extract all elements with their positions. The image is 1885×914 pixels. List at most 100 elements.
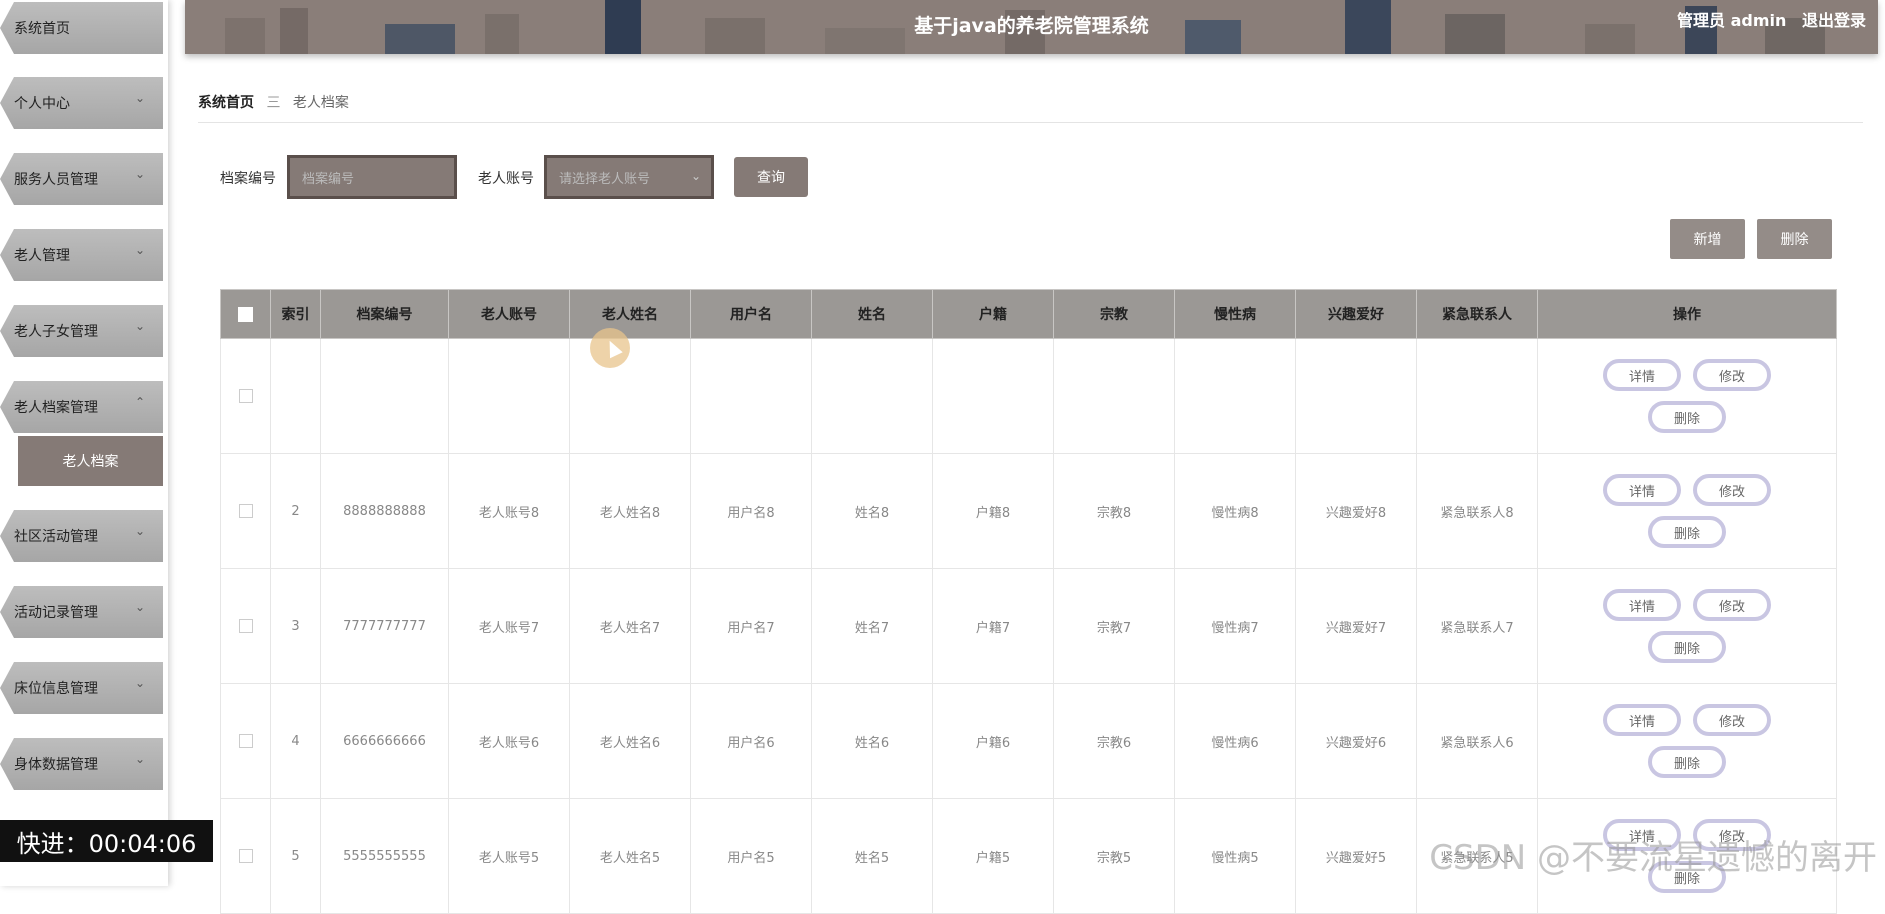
sidebar-item-label: 系统首页: [14, 21, 70, 37]
elder-account-placeholder: 请选择老人账号: [559, 171, 651, 187]
sidebar-item-archives[interactable]: 老人档案管理 ⌃: [0, 381, 163, 433]
sidebar-item-label: 老人管理: [14, 248, 70, 264]
table-cell: 用户名5: [690, 798, 812, 914]
row-checkbox[interactable]: [238, 389, 253, 403]
table-row: 4 6666666666 老人账号6 老人姓名6 用户名6 姓名6 户籍6 宗教…: [220, 683, 1837, 799]
table-cell: 老人账号7: [448, 568, 570, 684]
column-header: 用户名: [690, 289, 812, 339]
table-cell: 户籍7: [932, 568, 1054, 684]
sidebar-item-children[interactable]: 老人子女管理 ⌄: [0, 305, 163, 357]
sidebar-item-elderly[interactable]: 老人管理 ⌄: [0, 229, 163, 281]
table-cell: 老人账号6: [448, 683, 570, 799]
table-cell: [1416, 338, 1538, 454]
edit-button[interactable]: 修改: [1693, 589, 1771, 621]
batch-delete-button[interactable]: 删除: [1757, 219, 1832, 259]
table-cell: 宗教8: [1053, 453, 1175, 569]
table-cell: 6666666666: [320, 683, 449, 799]
table-cell: 紧急联系人8: [1416, 453, 1538, 569]
operations-cell: 详情 修改 删除: [1537, 453, 1837, 569]
chevron-down-icon: ⌄: [134, 243, 145, 257]
sidebar-item-health-data[interactable]: 身体数据管理 ⌄: [0, 738, 163, 790]
row-checkbox[interactable]: [238, 849, 253, 863]
detail-button[interactable]: 详情: [1603, 704, 1681, 736]
logout-button[interactable]: 退出登录: [1802, 11, 1866, 30]
sidebar-item-activity-records[interactable]: 活动记录管理 ⌄: [0, 586, 163, 638]
header-user-area: 管理员 admin 退出登录: [1667, 7, 1866, 31]
column-header: 老人账号: [448, 289, 570, 339]
row-select-cell: [220, 798, 271, 914]
archive-number-input[interactable]: 档案编号: [287, 155, 457, 199]
chevron-down-icon: ⌄: [134, 319, 145, 333]
row-checkbox[interactable]: [238, 619, 253, 633]
table-cell: 8888888888: [320, 453, 449, 569]
table-cell: 慢性病6: [1174, 683, 1296, 799]
table-cell: 3: [270, 568, 321, 684]
table-cell: 宗教6: [1053, 683, 1175, 799]
edit-button[interactable]: 修改: [1693, 704, 1771, 736]
table-cell: 4: [270, 683, 321, 799]
sidebar-subitem-archive[interactable]: 老人档案: [18, 436, 163, 486]
table-row: 详情 修改 删除: [220, 338, 1837, 454]
fast-forward-badge: 快进：00:04:06: [0, 820, 213, 862]
chevron-down-icon: ⌄: [134, 91, 145, 105]
sidebar-item-staff[interactable]: 服务人员管理 ⌄: [0, 153, 163, 205]
sidebar-item-community[interactable]: 社区活动管理 ⌄: [0, 510, 163, 562]
table-cell: 慢性病7: [1174, 568, 1296, 684]
breadcrumb-current: 老人档案: [292, 95, 349, 111]
query-button[interactable]: 查询: [734, 157, 808, 197]
add-button[interactable]: 新增: [1670, 219, 1745, 259]
detail-button[interactable]: 详情: [1603, 359, 1681, 391]
table-cell: 慢性病8: [1174, 453, 1296, 569]
detail-button[interactable]: 详情: [1603, 589, 1681, 621]
chevron-down-icon: ⌄: [690, 169, 701, 183]
chevron-down-icon: ⌄: [134, 752, 145, 766]
table-cell: 户籍6: [932, 683, 1054, 799]
breadcrumb-separator: 三: [266, 95, 281, 111]
delete-button[interactable]: 删除: [1648, 631, 1726, 663]
table-cell: [1053, 338, 1175, 454]
table-cell: 用户名8: [690, 453, 812, 569]
table-cell: 宗教5: [1053, 798, 1175, 914]
row-checkbox[interactable]: [238, 734, 253, 748]
sidebar-item-label: 老人档案管理: [14, 400, 98, 416]
table-cell: [690, 338, 812, 454]
sidebar-item-label: 床位信息管理: [14, 681, 98, 697]
table-cell: 7777777777: [320, 568, 449, 684]
archive-table: 索引 档案编号 老人账号 老人姓名 用户名 姓名 户籍 宗教 慢性病 兴趣爱好 …: [220, 289, 1837, 914]
edit-button[interactable]: 修改: [1693, 359, 1771, 391]
table-cell: 老人账号8: [448, 453, 570, 569]
table-cell: 兴趣爱好5: [1295, 798, 1417, 914]
elder-account-select[interactable]: 请选择老人账号 ⌄: [544, 155, 714, 199]
table-cell: 老人姓名8: [569, 453, 691, 569]
column-header: 宗教: [1053, 289, 1175, 339]
table-cell: 用户名6: [690, 683, 812, 799]
row-select-cell: [220, 338, 271, 454]
table-cell: 慢性病5: [1174, 798, 1296, 914]
breadcrumb-home[interactable]: 系统首页: [198, 95, 254, 111]
chevron-down-icon: ⌄: [134, 524, 145, 538]
column-header: 姓名: [811, 289, 933, 339]
row-select-cell: [220, 568, 271, 684]
sidebar-item-profile[interactable]: 个人中心 ⌄: [0, 77, 163, 129]
table-cell: [811, 338, 933, 454]
select-all-checkbox[interactable]: [238, 306, 253, 322]
sidebar-item-label: 服务人员管理: [14, 172, 98, 188]
sidebar-item-beds[interactable]: 床位信息管理 ⌄: [0, 662, 163, 714]
delete-button[interactable]: 删除: [1648, 401, 1726, 433]
edit-button[interactable]: 修改: [1693, 474, 1771, 506]
delete-button[interactable]: 删除: [1648, 746, 1726, 778]
elder-account-label: 老人账号: [478, 171, 534, 187]
operations-cell: 详情 修改 删除: [1537, 568, 1837, 684]
row-checkbox[interactable]: [238, 504, 253, 518]
table-cell: [569, 338, 691, 454]
detail-button[interactable]: 详情: [1603, 474, 1681, 506]
sidebar-item-label: 身体数据管理: [14, 757, 98, 773]
column-header: 户籍: [932, 289, 1054, 339]
column-header: 索引: [270, 289, 321, 339]
operations-cell: 详情 修改 删除: [1537, 683, 1837, 799]
select-all-cell: [220, 289, 271, 339]
table-cell: 姓名6: [811, 683, 933, 799]
delete-button[interactable]: 删除: [1648, 516, 1726, 548]
table-cell: 老人姓名7: [569, 568, 691, 684]
sidebar-item-home[interactable]: 系统首页: [0, 2, 163, 54]
